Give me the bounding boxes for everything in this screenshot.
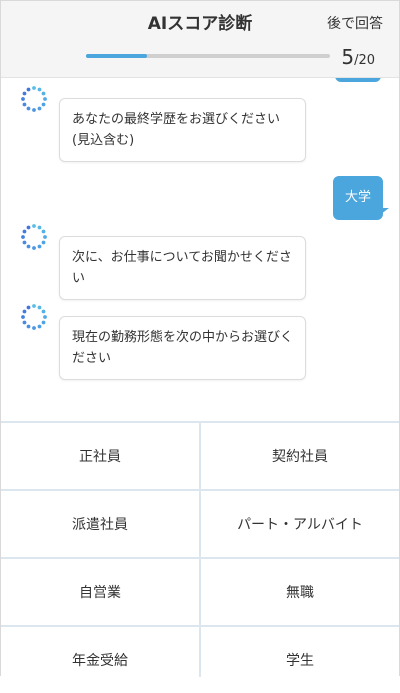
option-button[interactable]: 年金受給 — [1, 627, 199, 693]
avatar-dot — [26, 324, 31, 329]
avatar-dot — [41, 309, 46, 314]
answer-options: 正社員 契約社員 派遣社員 パート・アルバイト 自営業 無職 年金受給 学生 — [1, 421, 399, 693]
avatar-dot — [26, 244, 31, 249]
option-button[interactable]: 契約社員 — [201, 423, 399, 489]
avatar-dot — [37, 225, 42, 230]
avatar-dot — [26, 106, 31, 111]
avatar-dot — [21, 315, 25, 319]
avatar-dot — [22, 91, 27, 96]
avatar-dot — [37, 87, 42, 92]
option-button[interactable]: パート・アルバイト — [201, 491, 399, 557]
avatar-dot — [22, 102, 27, 107]
bot-avatar-icon — [19, 302, 49, 332]
avatar-dot — [43, 97, 47, 101]
option-button[interactable]: 学生 — [201, 627, 399, 693]
option-button[interactable]: 自営業 — [1, 559, 199, 625]
avatar-dot — [22, 320, 27, 325]
avatar-dot — [32, 246, 36, 250]
progress-bar — [86, 54, 330, 58]
avatar-dot — [41, 320, 46, 325]
avatar-dot — [41, 229, 46, 234]
option-button[interactable]: 派遣社員 — [1, 491, 199, 557]
bot-avatar-icon — [19, 222, 49, 252]
previous-user-bubble — [335, 78, 381, 82]
progress-total: 20 — [358, 53, 375, 68]
option-button[interactable]: 正社員 — [1, 423, 199, 489]
header: AIスコア診断 後で回答 5/20 — [1, 1, 399, 78]
avatar-dot — [43, 315, 47, 319]
avatar-dot — [43, 235, 47, 239]
avatar-dot — [32, 304, 36, 308]
avatar-dot — [21, 235, 25, 239]
avatar-dot — [41, 91, 46, 96]
avatar-dot — [21, 97, 25, 101]
avatar-dot — [37, 324, 42, 329]
avatar-dot — [37, 244, 42, 249]
progress-counter: 5/20 — [341, 45, 375, 69]
bot-message: 現在の勤務形態を次の中からお選びください — [59, 316, 306, 380]
avatar-dot — [41, 240, 46, 245]
option-button[interactable]: 無職 — [201, 559, 399, 625]
avatar-dot — [26, 225, 31, 230]
avatar-dot — [22, 240, 27, 245]
avatar-dot — [37, 106, 42, 111]
progress-current: 5 — [341, 45, 355, 69]
avatar-dot — [26, 305, 31, 310]
avatar-dot — [32, 224, 36, 228]
avatar-dot — [32, 108, 36, 112]
avatar-dot — [41, 102, 46, 107]
answer-later-button[interactable]: 後で回答 — [327, 13, 383, 33]
avatar-dot — [32, 326, 36, 330]
user-message: 大学 — [332, 176, 390, 220]
bot-message: 次に、お仕事についてお聞かせください — [59, 236, 306, 300]
avatar-dot — [32, 86, 36, 90]
chat-area[interactable]: あなたの最終学歴をお選びください (見込含む) 大学 次に、お仕事についてお聞か… — [1, 78, 399, 421]
bot-avatar-icon — [19, 84, 49, 114]
avatar-dot — [22, 229, 27, 234]
avatar-dot — [22, 309, 27, 314]
bot-message: あなたの最終学歴をお選びください (見込含む) — [59, 98, 306, 162]
progress-fill — [86, 54, 147, 58]
avatar-dot — [37, 305, 42, 310]
avatar-dot — [26, 87, 31, 92]
